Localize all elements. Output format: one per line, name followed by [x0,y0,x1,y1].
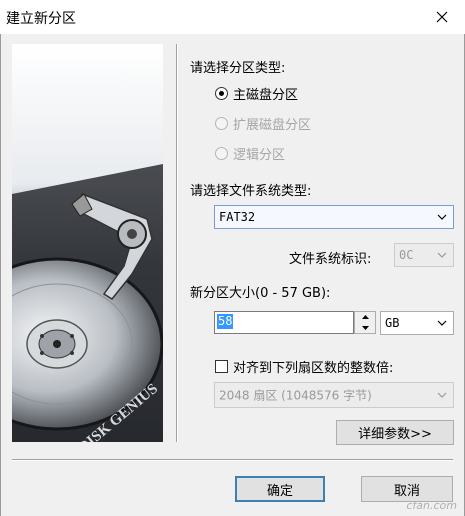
radio-empty-icon [215,117,228,130]
chevron-down-icon [437,392,447,398]
radio-extended-partition[interactable]: 扩展磁盘分区 [215,114,311,133]
radio-label: 逻辑分区 [233,148,286,163]
size-unit-value: GB [385,316,400,330]
filesystem-id-value: 0C [399,248,414,262]
partition-size-value: 58 [217,314,234,329]
disk-illustration: DISK GENIUS [12,44,163,442]
filesystem-value: FAT32 [219,210,256,224]
watermark: cfan.com [406,499,457,512]
partition-type-label: 请选择分区类型: [190,61,286,76]
checkbox-unchecked-icon [215,360,228,373]
filesystem-type-label: 请选择文件系统类型: [190,184,312,199]
ok-button[interactable]: 确定 [235,476,325,502]
size-spinner[interactable] [354,311,376,334]
details-button[interactable]: 详细参数>> [336,420,454,445]
partition-size-input[interactable]: 58 [214,311,354,334]
filesystem-id-select[interactable]: 0C [394,243,454,267]
spin-down-button[interactable] [355,323,375,334]
window-title: 建立新分区 [6,11,76,27]
close-icon [436,11,448,23]
radio-label: 扩展磁盘分区 [233,118,312,133]
window-border-left [0,34,1,516]
arrow-down-icon [361,325,369,330]
size-unit-select[interactable]: GB [380,311,454,335]
align-sectors-value: 2048 扇区 (1048576 字节) [219,388,372,403]
close-button[interactable] [419,0,465,34]
radio-label: 主磁盘分区 [233,88,299,103]
align-checkbox[interactable]: 对齐到下列扇区数的整数倍: [215,357,393,376]
filesystem-id-label: 文件系统标识: [289,252,372,267]
radio-primary-partition[interactable]: 主磁盘分区 [215,84,298,103]
filesystem-select[interactable]: FAT32 [214,205,454,229]
arrow-up-icon [361,315,369,320]
spin-up-button[interactable] [355,312,375,323]
align-sectors-select[interactable]: 2048 扇区 (1048576 字节) [214,382,454,408]
align-checkbox-label: 对齐到下列扇区数的整数倍: [233,361,394,376]
radio-empty-icon [215,147,228,160]
partition-size-label: 新分区大小(0 - 57 GB): [190,286,331,301]
radio-logical-partition[interactable]: 逻辑分区 [215,144,285,163]
chevron-down-icon [437,252,447,258]
chevron-down-icon [437,214,447,220]
radio-selected-icon [215,87,228,100]
title-bar: 建立新分区 [0,0,465,34]
chevron-down-icon [437,320,447,326]
